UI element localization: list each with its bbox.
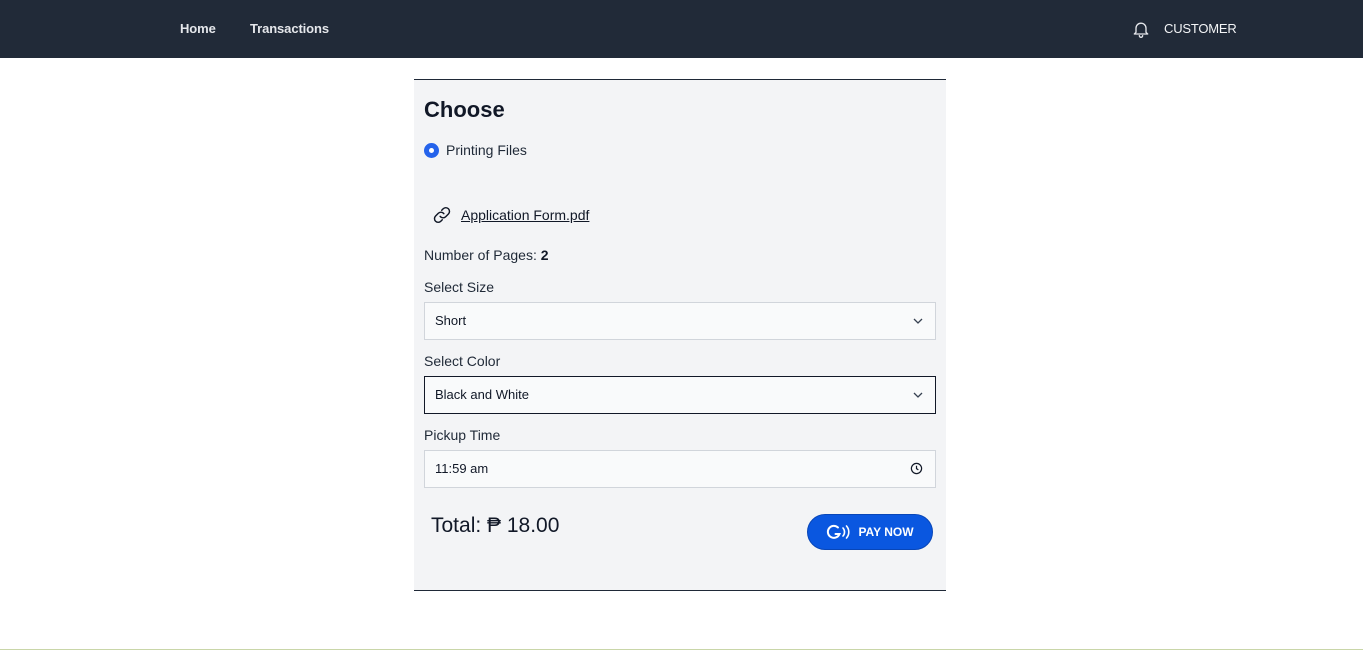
pickup-value: 11:59 am — [435, 461, 489, 476]
gcash-icon — [827, 524, 851, 539]
pickup-time-input[interactable]: 11:59 am — [424, 450, 936, 488]
total-amount: Total: ₱ 18.00 — [431, 514, 560, 537]
file-link[interactable]: Application Form.pdf — [461, 207, 589, 223]
radio-selected-icon[interactable] — [424, 142, 439, 158]
option-label: Printing Files — [446, 142, 527, 158]
print-order-card: Choose Printing Files Application Form.p… — [414, 79, 946, 591]
clock-icon[interactable] — [910, 462, 923, 475]
color-select[interactable]: Black and White — [424, 376, 936, 414]
top-navbar: Home Transactions CUSTOMER — [0, 0, 1363, 58]
printing-files-option[interactable]: Printing Files — [424, 142, 527, 158]
size-value: Short — [435, 313, 467, 328]
pages-label: Number of Pages: — [424, 247, 537, 263]
nav-transactions-link[interactable]: Transactions — [250, 21, 329, 36]
size-label: Select Size — [424, 279, 495, 295]
pay-now-label: PAY NOW — [858, 525, 914, 539]
number-of-pages: Number of Pages: 2 — [424, 247, 549, 263]
page-title: Choose — [424, 97, 505, 122]
pay-now-button[interactable]: PAY NOW — [807, 514, 933, 550]
chevron-down-icon — [913, 318, 923, 324]
size-select[interactable]: Short — [424, 302, 936, 340]
pages-value: 2 — [540, 247, 549, 263]
footer-divider — [0, 649, 1363, 650]
color-label: Select Color — [424, 353, 501, 369]
bell-icon[interactable] — [1131, 18, 1151, 40]
chevron-down-icon — [913, 392, 923, 398]
user-menu[interactable]: CUSTOMER — [1164, 21, 1237, 36]
nav-home-link[interactable]: Home — [180, 21, 216, 36]
file-attachment: Application Form.pdf — [431, 204, 589, 226]
pickup-label: Pickup Time — [424, 427, 501, 443]
link-icon — [433, 206, 451, 224]
color-value: Black and White — [435, 387, 529, 402]
